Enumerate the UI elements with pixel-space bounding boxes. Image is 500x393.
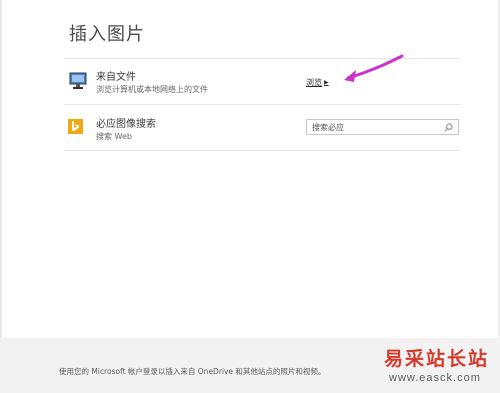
option-from-file-title: 来自文件 <box>96 72 136 83</box>
divider <box>64 150 460 151</box>
browse-button-label: 浏览 <box>306 77 322 87</box>
option-bing-title: 必应图像搜索 <box>96 119 156 130</box>
footer-message: 使用您的 Microsoft 帐户登录以插入来自 OneDrive 和其他站点的… <box>59 367 326 376</box>
watermark-title: 易采站长站 <box>384 348 490 370</box>
dialog-title: 插入图片 <box>69 24 145 45</box>
computer-monitor-icon <box>69 72 87 89</box>
option-bing-subtitle: 搜索 Web <box>96 132 132 141</box>
search-icon[interactable] <box>444 122 453 132</box>
bing-b-icon <box>72 121 79 132</box>
option-from-file-subtitle: 浏览计算机或本地网络上的文件 <box>96 85 208 94</box>
window-left-edge <box>0 0 2 393</box>
bing-search-input[interactable] <box>312 122 432 132</box>
bing-search-box[interactable] <box>306 119 459 135</box>
watermark-url: www.easck.com <box>389 372 481 384</box>
right-arrow-icon: ▶ <box>324 79 329 86</box>
annotation-arrow-icon <box>344 54 404 82</box>
bing-logo-icon <box>68 119 83 134</box>
divider <box>64 104 460 105</box>
browse-button[interactable]: 浏览 ▶ <box>306 77 330 88</box>
